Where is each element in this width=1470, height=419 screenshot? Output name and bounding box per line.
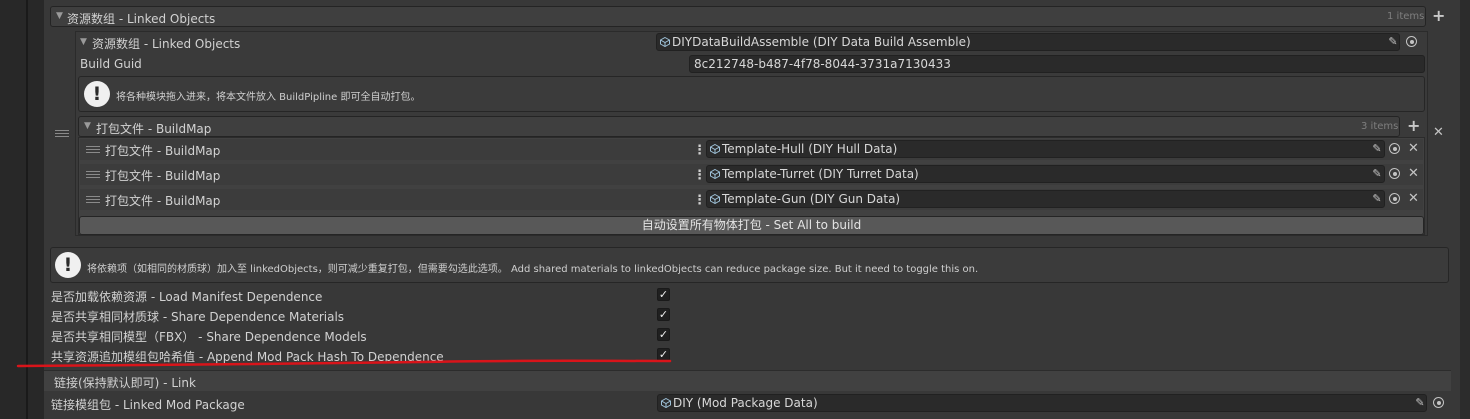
set-all-to-build-button[interactable]: 自动设置所有物体打包 - Set All to build bbox=[79, 216, 1424, 235]
toggle-label-share-models: 是否共享相同模型（FBX） - Share Dependence Models bbox=[51, 330, 367, 344]
share-materials-checkbox[interactable]: ✓ bbox=[657, 308, 670, 321]
element-drag-handle[interactable] bbox=[55, 130, 69, 140]
toggle-label-load-manifest: 是否加载依赖资源 - Load Manifest Dependence bbox=[51, 290, 323, 304]
info-icon: ! bbox=[55, 252, 81, 278]
kebab-menu-icon[interactable]: ⋮ bbox=[693, 169, 706, 183]
build-map-item-label: 打包文件 - BuildMap bbox=[105, 169, 221, 183]
linked-objects-title: 资源数组 - Linked Objects bbox=[67, 12, 216, 26]
build-map-item-label: 打包文件 - BuildMap bbox=[105, 144, 221, 158]
object-picker-icon[interactable] bbox=[1389, 168, 1400, 179]
info-icon: ! bbox=[84, 81, 110, 107]
build-guid-label: Build Guid bbox=[80, 57, 142, 71]
scriptable-object-icon bbox=[710, 194, 720, 204]
load-manifest-checkbox[interactable]: ✓ bbox=[657, 288, 670, 301]
remove-item-icon[interactable]: ✕ bbox=[1408, 167, 1419, 181]
build-map-object-field[interactable]: Template-Hull (DIY Hull Data) bbox=[706, 140, 1385, 158]
build-map-foldout-icon[interactable]: ▼ bbox=[84, 121, 91, 131]
linked-mod-package-label: 链接模组包 - Linked Mod Package bbox=[51, 398, 245, 412]
link-section-header: 链接(保持默认即可) - Link bbox=[44, 370, 1451, 391]
row-drag-handle[interactable] bbox=[86, 171, 100, 181]
pencil-icon[interactable]: ✎ bbox=[1413, 396, 1427, 410]
row-drag-handle[interactable] bbox=[86, 146, 100, 156]
toggle-label-append-hash: 共享资源追加模组包哈希值 - Append Mod Pack Hash To D… bbox=[51, 350, 444, 364]
build-map-header[interactable]: ▼ 打包文件 - BuildMap 3 items bbox=[78, 116, 1400, 137]
object-picker-icon[interactable] bbox=[1406, 36, 1417, 47]
build-map-item-value: Template-Turret (DIY Turret Data) bbox=[722, 167, 919, 181]
remove-item-icon[interactable]: ✕ bbox=[1408, 142, 1419, 156]
help-box-dependence: ! 将依赖项（如相同的材质球）加入至 linkedObjects，则可减少重复打… bbox=[50, 247, 1449, 283]
toggle-label-share-materials: 是否共享相同材质球 - Share Dependence Materials bbox=[51, 310, 345, 324]
scriptable-object-icon bbox=[710, 169, 720, 179]
object-field-build-assemble[interactable]: DIYDataBuildAssemble (DIY Data Build Ass… bbox=[656, 33, 1400, 51]
object-picker-icon[interactable] bbox=[1389, 143, 1400, 154]
left-divider bbox=[26, 0, 28, 419]
linked-mod-package-field[interactable]: DIY (Mod Package Data) bbox=[657, 394, 1427, 412]
pencil-icon[interactable]: ✎ bbox=[1386, 35, 1400, 49]
object-picker-icon[interactable] bbox=[1389, 193, 1400, 204]
build-map-title: 打包文件 - BuildMap bbox=[96, 122, 212, 136]
help-text-dependence: 将依赖项（如相同的材质球）加入至 linkedObjects，则可减少重复打包，… bbox=[87, 264, 979, 275]
pencil-icon[interactable]: ✎ bbox=[1370, 192, 1384, 206]
left-gutter bbox=[0, 0, 44, 419]
build-map-item-label: 打包文件 - BuildMap bbox=[105, 194, 221, 208]
build-guid-value: 8c212748-b487-4f78-8044-3731a7130433 bbox=[694, 57, 951, 71]
add-build-map-icon[interactable]: + bbox=[1407, 118, 1421, 134]
row-drag-handle[interactable] bbox=[86, 196, 100, 206]
object-field-value: DIYDataBuildAssemble (DIY Data Build Ass… bbox=[672, 35, 971, 49]
element-label: 资源数组 - Linked Objects bbox=[92, 37, 241, 51]
linked-mod-package-value: DIY (Mod Package Data) bbox=[673, 396, 818, 410]
build-map-object-field[interactable]: Template-Gun (DIY Gun Data) bbox=[706, 190, 1385, 208]
pencil-icon[interactable]: ✎ bbox=[1370, 142, 1384, 156]
pencil-icon[interactable]: ✎ bbox=[1370, 167, 1384, 181]
remove-item-icon[interactable]: ✕ bbox=[1408, 192, 1419, 206]
scriptable-object-icon bbox=[660, 37, 670, 47]
scriptable-object-icon bbox=[661, 398, 671, 408]
linked-objects-count: 1 items bbox=[1387, 11, 1425, 22]
object-picker-icon[interactable] bbox=[1433, 397, 1444, 408]
append-hash-checkbox[interactable]: ✓ bbox=[657, 348, 670, 361]
remove-linked-object-icon[interactable]: ✕ bbox=[1433, 126, 1444, 140]
kebab-menu-icon[interactable]: ⋮ bbox=[693, 194, 706, 208]
help-box-modules: ! 将各种模块拖入进来，将本文件放入 BuildPipline 即可全自动打包。 bbox=[78, 76, 1425, 112]
share-models-checkbox[interactable]: ✓ bbox=[657, 328, 670, 341]
kebab-menu-icon[interactable]: ⋮ bbox=[693, 144, 706, 158]
foldout-arrow-icon[interactable]: ▼ bbox=[56, 11, 63, 21]
build-map-item-value: Template-Hull (DIY Hull Data) bbox=[722, 142, 898, 156]
build-guid-field[interactable]: 8c212748-b487-4f78-8044-3731a7130433 bbox=[689, 55, 1425, 73]
build-map-item-value: Template-Gun (DIY Gun Data) bbox=[722, 192, 901, 206]
scrollbar-track[interactable] bbox=[1460, 0, 1470, 419]
link-section-title: 链接(保持默认即可) - Link bbox=[54, 376, 196, 390]
build-map-object-field[interactable]: Template-Turret (DIY Turret Data) bbox=[706, 165, 1385, 183]
help-text-modules: 将各种模块拖入进来，将本文件放入 BuildPipline 即可全自动打包。 bbox=[116, 92, 421, 103]
scriptable-object-icon bbox=[710, 144, 720, 154]
linked-objects-header[interactable]: ▼ 资源数组 - Linked Objects 1 items bbox=[50, 6, 1426, 27]
build-map-count: 3 items bbox=[1361, 121, 1399, 132]
add-linked-object-icon[interactable]: + bbox=[1432, 8, 1446, 24]
element-foldout-icon[interactable]: ▼ bbox=[80, 37, 87, 47]
